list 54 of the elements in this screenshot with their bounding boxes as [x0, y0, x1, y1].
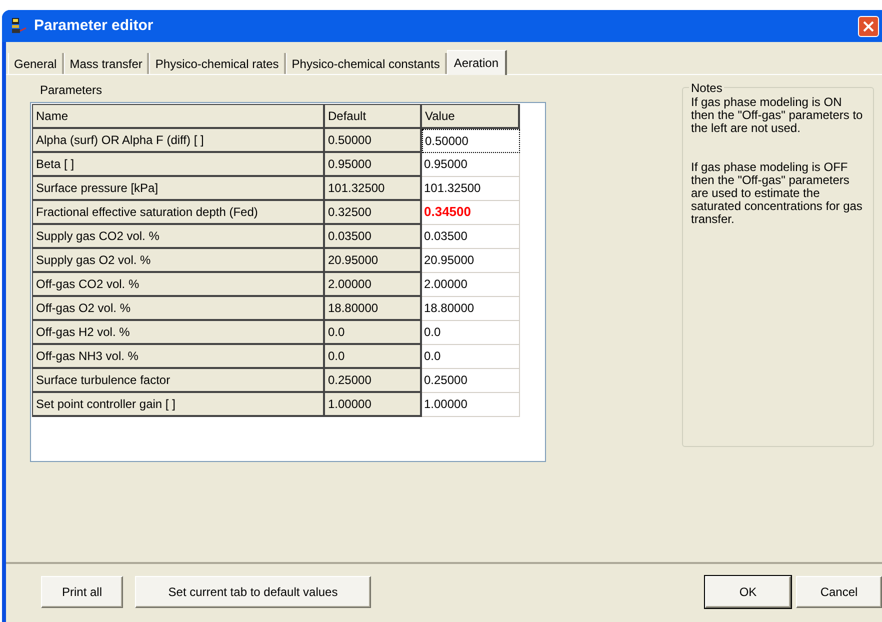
- default-value: 0.25000: [325, 369, 422, 393]
- value-cell[interactable]: 101.32500: [422, 177, 520, 201]
- column-header[interactable]: Default: [325, 105, 422, 129]
- value-cell[interactable]: 0.0: [422, 345, 520, 369]
- tab[interactable]: Mass transfer: [64, 53, 150, 74]
- default-value: 1.00000: [325, 393, 422, 417]
- parameter-name: Off-gas O2 vol. %: [33, 297, 325, 321]
- tab[interactable]: Physico-chemical rates: [149, 53, 286, 74]
- value-cell[interactable]: 2.00000: [422, 273, 520, 297]
- default-value: 0.0: [325, 345, 422, 369]
- app-icon: [10, 17, 28, 35]
- default-value: 0.32500: [325, 201, 422, 225]
- default-value: 20.95000: [325, 249, 422, 273]
- value-cell[interactable]: 0.95000: [422, 153, 520, 177]
- value-cell[interactable]: 18.80000: [422, 297, 520, 321]
- parameter-name: Supply gas O2 vol. %: [33, 249, 325, 273]
- close-icon: [863, 20, 874, 32]
- parameter-name: Off-gas H2 vol. %: [33, 321, 325, 345]
- default-value: 101.32500: [325, 177, 422, 201]
- dialog-button[interactable]: Set current tab to default values: [135, 576, 371, 608]
- parameter-name: Supply gas CO2 vol. %: [33, 225, 325, 249]
- value-cell[interactable]: 0.03500: [422, 225, 520, 249]
- default-value: 0.03500: [325, 225, 422, 249]
- note-text: If gas phase modeling is OFF then the "Off-gas" parameters are used to estimate the saturated concentrations for gas transfer.: [691, 161, 863, 226]
- column-header[interactable]: Name: [33, 105, 325, 129]
- parameter-name: Off-gas NH3 vol. %: [33, 345, 325, 369]
- parameter-name: Set point controller gain [ ]: [33, 393, 325, 417]
- window-title: Parameter editor: [34, 16, 154, 36]
- tab[interactable]: Aeration: [446, 50, 507, 75]
- parameter-name: Beta [ ]: [33, 153, 325, 177]
- dialog-button[interactable]: Cancel: [796, 576, 882, 608]
- value-cell[interactable]: 0.0: [422, 321, 520, 345]
- section-label: Parameters: [39, 82, 104, 99]
- value-cell[interactable]: 1.00000: [422, 393, 520, 417]
- default-value: 2.00000: [325, 273, 422, 297]
- parameter-name: Fractional effective saturation depth (Fed): [33, 201, 325, 225]
- default-value: 0.0: [325, 321, 422, 345]
- dialog-button[interactable]: Print all: [41, 576, 123, 608]
- parameter-name: Surface pressure [kPa]: [33, 177, 325, 201]
- dialog-button[interactable]: OK: [705, 576, 791, 608]
- default-value: 0.95000: [325, 153, 422, 177]
- default-value: 0.50000: [325, 129, 422, 153]
- value-cell[interactable]: 0.25000: [422, 369, 520, 393]
- note-text: If gas phase modeling is ON then the "Off-gas" parameters to the left are not used.: [691, 96, 863, 135]
- default-value: 18.80000: [325, 297, 422, 321]
- parameter-name: Surface turbulence factor: [33, 369, 325, 393]
- value-cell[interactable]: 0.34500: [422, 201, 520, 225]
- column-header[interactable]: Value: [422, 105, 520, 129]
- parameter-name: Off-gas CO2 vol. %: [33, 273, 325, 297]
- value-cell[interactable]: 0.50000: [422, 129, 520, 153]
- parameter-name: Alpha (surf) OR Alpha F (diff) [ ]: [33, 129, 325, 153]
- close-button[interactable]: [858, 16, 879, 36]
- tab[interactable]: General: [8, 53, 64, 74]
- value-cell[interactable]: 20.95000: [422, 249, 520, 273]
